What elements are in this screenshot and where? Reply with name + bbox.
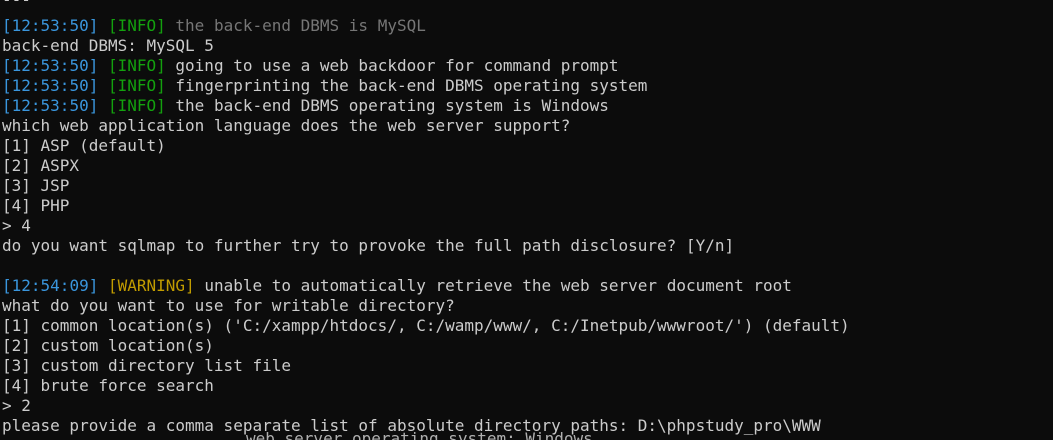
- bracket: ]: [156, 56, 176, 75]
- output-line: [4] PHP: [2, 196, 70, 215]
- output-line: [1] ASP (default): [2, 136, 166, 155]
- bracket: [: [107, 56, 118, 75]
- log-message: going to use a web backdoor for command …: [175, 56, 619, 75]
- log-level-info: INFO: [117, 16, 157, 35]
- bracket: [: [107, 16, 118, 35]
- bracket: [: [2, 56, 12, 75]
- output-line: [2] custom location(s): [2, 336, 214, 355]
- bracket: ]: [156, 76, 176, 95]
- output-line: [3] JSP: [2, 176, 70, 195]
- log-level-info: INFO: [117, 96, 157, 115]
- bracket: ]: [156, 16, 176, 35]
- bracket: ]: [88, 276, 108, 295]
- log-level-info: INFO: [117, 76, 157, 95]
- bracket: ]: [88, 16, 108, 35]
- output-line: do you want sqlmap to further try to pro…: [2, 236, 735, 255]
- bracket: ]: [88, 56, 108, 75]
- log-timestamp: 12:53:50: [11, 16, 89, 35]
- output-line: [1] common location(s) ('C:/xampp/htdocs…: [2, 316, 850, 335]
- overdrawn-text: web server operating system: Windows: [246, 429, 593, 440]
- user-input-line: > 2: [2, 396, 31, 415]
- bracket: [: [107, 96, 118, 115]
- terminal-window[interactable]: --- [12:53:50] [INFO] the back-end DBMS …: [0, 0, 1053, 440]
- bracket: [: [2, 276, 12, 295]
- log-line: [12:54:09] [WARNING] unable to automatic…: [2, 276, 1053, 296]
- bracket: [: [2, 16, 12, 35]
- output-line: [3] custom directory list file: [2, 356, 291, 375]
- output-line: what do you want to use for writable dir…: [2, 296, 455, 315]
- log-timestamp: 12:53:50: [11, 56, 89, 75]
- scrolled-off-line: ---: [2, 0, 31, 10]
- bracket: [: [107, 276, 118, 295]
- output-line: [4] brute force search: [2, 376, 214, 395]
- bracket: ]: [88, 76, 108, 95]
- bracket: ]: [185, 276, 205, 295]
- bracket: [: [2, 76, 12, 95]
- log-line: [12:53:50] [INFO] the back-end DBMS is M…: [2, 16, 1053, 36]
- log-message: fingerprinting the back-end DBMS operati…: [175, 76, 648, 95]
- user-input-line: > 4: [2, 216, 31, 235]
- terminal-output: [12:53:50] [INFO] the back-end DBMS is M…: [2, 16, 1053, 436]
- bracket: ]: [88, 96, 108, 115]
- log-line: [12:53:50] [INFO] the back-end DBMS oper…: [2, 96, 1053, 116]
- output-line: which web application language does the …: [2, 116, 571, 135]
- log-line: [12:53:50] [INFO] going to use a web bac…: [2, 56, 1053, 76]
- log-line: [12:53:50] [INFO] fingerprinting the bac…: [2, 76, 1053, 96]
- log-level-info: INFO: [117, 56, 157, 75]
- bracket: ]: [156, 96, 176, 115]
- output-line: [2] ASPX: [2, 156, 80, 175]
- log-message: unable to automatically retrieve the web…: [204, 276, 792, 295]
- log-message: the back-end DBMS is MySQL: [175, 16, 426, 35]
- bracket: [: [107, 76, 118, 95]
- bracket: [: [2, 96, 12, 115]
- output-line: back-end DBMS: MySQL 5: [2, 36, 214, 55]
- log-timestamp: 12:54:09: [11, 276, 89, 295]
- log-message: the back-end DBMS operating system is Wi…: [175, 96, 609, 115]
- log-level-warning: WARNING: [117, 276, 186, 295]
- log-timestamp: 12:53:50: [11, 96, 89, 115]
- log-timestamp: 12:53:50: [11, 76, 89, 95]
